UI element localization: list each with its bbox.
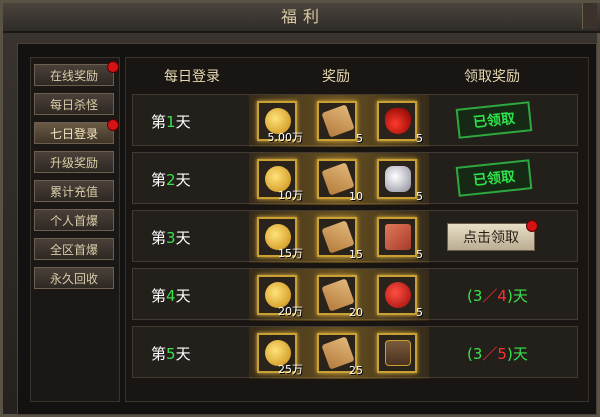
reward-slot[interactable]: 15万 xyxy=(257,217,303,260)
table-row: 第5天 25万 25 (3／5)天 xyxy=(132,326,578,379)
sidebar-item-label: 在线奖励 xyxy=(49,69,98,83)
reward-slot[interactable] xyxy=(377,333,417,373)
claimed-stamp: 已领取 xyxy=(455,101,533,139)
login-reward-table: 每日登录 奖励 领取奖励 第1天 5.00万 5 5 已领取 第2天 10万 1… xyxy=(125,57,589,402)
sidebar-item-personal-first-drop[interactable]: 个人首爆 xyxy=(34,209,114,231)
reward-slot[interactable]: 25 xyxy=(317,333,363,377)
reward-slot[interactable]: 10 xyxy=(317,159,363,203)
reward-slot[interactable]: 5 xyxy=(377,275,423,319)
table-row: 第1天 5.00万 5 5 已领取 xyxy=(132,94,578,147)
table-row: 第2天 10万 10 5 已领取 xyxy=(132,152,578,205)
sidebar-item-label: 七日登录 xyxy=(49,127,98,141)
reward-slot[interactable]: 15 xyxy=(317,217,363,261)
reward-slot[interactable]: 5 xyxy=(377,101,423,145)
login-progress: (3／4)天 xyxy=(467,287,528,305)
day-label: 第4天 xyxy=(151,287,191,305)
column-header-daily-login: 每日登录 xyxy=(164,69,220,85)
red-potion-icon xyxy=(385,108,411,134)
reward-slot[interactable]: 5 xyxy=(377,217,423,261)
sidebar: 在线奖励 每日杀怪 七日登录 升级奖励 累计充值 个人首爆 全区首爆 永久回收 xyxy=(30,57,120,402)
reward-slot[interactable]: 5 xyxy=(377,159,423,203)
column-header-rewards: 奖励 xyxy=(322,69,350,85)
sidebar-item-label: 累计充值 xyxy=(49,185,98,199)
reward-slot[interactable]: 10万 xyxy=(257,159,303,202)
sidebar-item-online-reward[interactable]: 在线奖励 xyxy=(34,61,119,86)
window-title: 福利 xyxy=(3,3,600,33)
apple-icon xyxy=(385,282,411,308)
sidebar-item-label: 个人首爆 xyxy=(49,214,98,228)
claimed-stamp: 已领取 xyxy=(455,159,533,197)
diamond-icon xyxy=(385,166,411,192)
reward-slot[interactable]: 5.00万 xyxy=(257,101,303,144)
day-label: 第3天 xyxy=(151,229,191,247)
sidebar-item-daily-kill[interactable]: 每日杀怪 xyxy=(34,93,114,115)
login-progress: (3／5)天 xyxy=(467,345,528,363)
sidebar-item-seven-day-login[interactable]: 七日登录 xyxy=(34,119,119,144)
sidebar-item-label: 每日杀怪 xyxy=(49,98,98,112)
treasure-chest-icon xyxy=(385,340,411,366)
table-row: 第3天 15万 15 5 点击领取 xyxy=(132,210,578,263)
close-button[interactable] xyxy=(582,3,597,29)
table-row: 第4天 20万 20 5 (3／4)天 xyxy=(132,268,578,321)
sidebar-item-level-reward[interactable]: 升级奖励 xyxy=(34,151,114,173)
scroll-icon xyxy=(321,104,355,138)
sidebar-item-server-first-drop[interactable]: 全区首爆 xyxy=(34,238,114,260)
reward-slot[interactable]: 20 xyxy=(317,275,363,319)
day-label: 第1天 xyxy=(151,113,191,131)
sidebar-item-label: 升级奖励 xyxy=(49,156,98,170)
sidebar-item-permanent-recycle[interactable]: 永久回收 xyxy=(34,267,114,289)
reward-slot[interactable]: 25万 xyxy=(257,333,303,376)
reward-slot[interactable]: 20万 xyxy=(257,275,303,318)
day-label: 第2天 xyxy=(151,171,191,189)
day-label: 第5天 xyxy=(151,345,191,363)
claim-button[interactable]: 点击领取 xyxy=(447,220,538,251)
sidebar-item-label: 全区首爆 xyxy=(49,243,98,257)
column-header-claim: 领取奖励 xyxy=(464,69,520,85)
notification-dot-icon xyxy=(107,119,119,131)
notification-dot-icon xyxy=(526,220,538,232)
reward-slot[interactable]: 5 xyxy=(317,101,363,145)
notification-dot-icon xyxy=(107,61,119,73)
sidebar-item-total-recharge[interactable]: 累计充值 xyxy=(34,180,114,202)
skill-book-icon xyxy=(385,224,411,250)
sidebar-item-label: 永久回收 xyxy=(49,272,98,286)
welfare-window: 福利 在线奖励 每日杀怪 七日登录 升级奖励 累计充值 个人首爆 全区首爆 永久… xyxy=(0,0,600,417)
